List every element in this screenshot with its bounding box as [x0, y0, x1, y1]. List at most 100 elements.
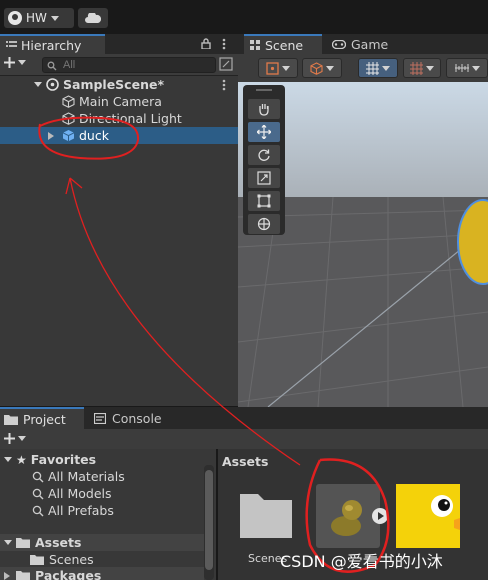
transform-tool-button[interactable]: [248, 214, 280, 234]
folder-icon: [30, 555, 44, 565]
favorite-item-all-materials[interactable]: All Materials: [0, 468, 204, 485]
move-tool-button[interactable]: [248, 122, 280, 142]
project-create-button[interactable]: [4, 433, 26, 444]
plus-icon: [4, 57, 15, 68]
account-icon: [8, 11, 22, 25]
folder-icon: [16, 571, 30, 580]
rotate-icon: [258, 149, 270, 161]
more-options-icon[interactable]: [222, 38, 226, 53]
rect-tool-button[interactable]: [248, 191, 280, 211]
grid-snap-button[interactable]: [358, 58, 398, 78]
folder-icon: [4, 414, 18, 425]
duck-texture-tile[interactable]: [396, 484, 460, 548]
pivot-icon: [266, 61, 279, 75]
create-button[interactable]: [4, 57, 26, 68]
tab-console[interactable]: Console: [90, 407, 180, 429]
scenes-folder-row[interactable]: Scenes: [0, 551, 204, 568]
favorites-row[interactable]: ★ Favorites: [0, 451, 204, 468]
expand-prefab-button[interactable]: [372, 508, 388, 524]
increment-snap-button[interactable]: [403, 58, 441, 78]
global-cube-icon: [310, 61, 323, 75]
duck-model-tile[interactable]: [316, 484, 380, 548]
pivot-mode-button[interactable]: [258, 58, 298, 78]
drag-handle[interactable]: [256, 89, 272, 91]
cloud-button[interactable]: [78, 8, 108, 28]
star-icon: ★: [16, 452, 27, 467]
list-icon: [6, 41, 17, 47]
watermark: CSDN @爱看书的小沐: [280, 552, 443, 571]
tree-item-label: Main Camera: [79, 94, 162, 109]
scene-grid-icon: [250, 40, 260, 50]
chevron-down-icon: [18, 436, 26, 441]
scene-name: SampleScene*: [63, 77, 164, 92]
search-icon: [32, 505, 44, 516]
account-dropdown[interactable]: HW: [4, 8, 74, 28]
chevron-down-icon: [18, 60, 26, 65]
scale-icon: [257, 171, 271, 185]
folder-icon: [240, 494, 292, 538]
tree-item-label: duck: [79, 128, 109, 143]
tab-game-label: Game: [351, 36, 389, 52]
expand-arrow-icon: [4, 571, 10, 580]
search-input[interactable]: [42, 57, 216, 73]
tree-item-label: Directional Light: [79, 111, 182, 126]
favorite-item-label: All Materials: [48, 469, 125, 484]
search-by-type-icon[interactable]: [219, 57, 233, 74]
chevron-down-icon: [426, 65, 434, 71]
account-label: HW: [26, 11, 47, 25]
folder-tree-scroll-thumb[interactable]: [205, 470, 213, 570]
cloud-icon: [85, 13, 101, 23]
expand-arrow-icon: [48, 131, 54, 140]
scenes-folder-tile[interactable]: [236, 490, 296, 545]
rotate-tool-button[interactable]: [248, 145, 280, 165]
favorite-item-all-prefabs[interactable]: All Prefabs: [0, 502, 204, 519]
favorite-item-all-models[interactable]: All Models: [0, 485, 204, 502]
chevron-down-icon: [471, 65, 480, 71]
packages-folder-row[interactable]: Packages: [0, 567, 204, 580]
expand-arrow-icon: [34, 82, 42, 87]
rect-transform-icon: [257, 194, 271, 208]
search-icon: [32, 488, 44, 499]
assets-folder-row[interactable]: Assets: [0, 534, 204, 551]
grid-icon: [366, 61, 379, 75]
prefab-icon: [62, 130, 75, 142]
folder-open-icon: [16, 538, 30, 548]
favorites-label: Favorites: [30, 452, 97, 467]
tab-project[interactable]: Project: [0, 407, 84, 429]
chevron-down-icon: [282, 65, 290, 71]
assets-folder-label: Assets: [35, 535, 82, 550]
console-icon: [94, 412, 106, 424]
tree-item-duck[interactable]: duck: [0, 127, 238, 144]
scale-tool-button[interactable]: [248, 168, 280, 188]
packages-folder-label: Packages: [35, 568, 102, 580]
scene-menu-icon[interactable]: [222, 79, 226, 94]
expand-arrow-icon: [4, 457, 12, 462]
lock-icon[interactable]: [201, 38, 211, 52]
chevron-down-icon: [326, 65, 334, 71]
duck-model-thumbnail: [331, 500, 362, 536]
assets-breadcrumb[interactable]: Assets: [222, 454, 268, 469]
transform-icon: [257, 217, 271, 231]
tree-item-directional-light[interactable]: Directional Light: [0, 110, 238, 127]
tab-scene[interactable]: Scene: [244, 34, 322, 54]
tab-hierarchy-label: Hierarchy: [21, 37, 82, 53]
move-arrows-icon: [257, 125, 271, 139]
ruler-button[interactable]: [446, 58, 488, 78]
tree-item-main-camera[interactable]: Main Camera: [0, 93, 238, 110]
tab-game[interactable]: Game: [328, 34, 398, 54]
scene-row[interactable]: SampleScene*: [0, 76, 238, 93]
play-arrow-icon: [378, 512, 384, 520]
hand-icon: [259, 104, 269, 116]
plus-icon: [4, 433, 15, 444]
favorite-item-label: All Prefabs: [48, 503, 114, 518]
tab-hierarchy[interactable]: Hierarchy: [0, 34, 105, 54]
hand-tool-button[interactable]: [248, 99, 280, 119]
gamepad-icon: [332, 39, 346, 49]
global-mode-button[interactable]: [302, 58, 342, 78]
unity-scene-icon: [46, 78, 59, 91]
chevron-down-icon: [50, 15, 59, 21]
chevron-down-icon: [382, 65, 390, 71]
favorite-item-label: All Models: [48, 486, 112, 501]
project-toolbar: [0, 429, 488, 449]
expand-arrow-icon: [4, 540, 12, 545]
